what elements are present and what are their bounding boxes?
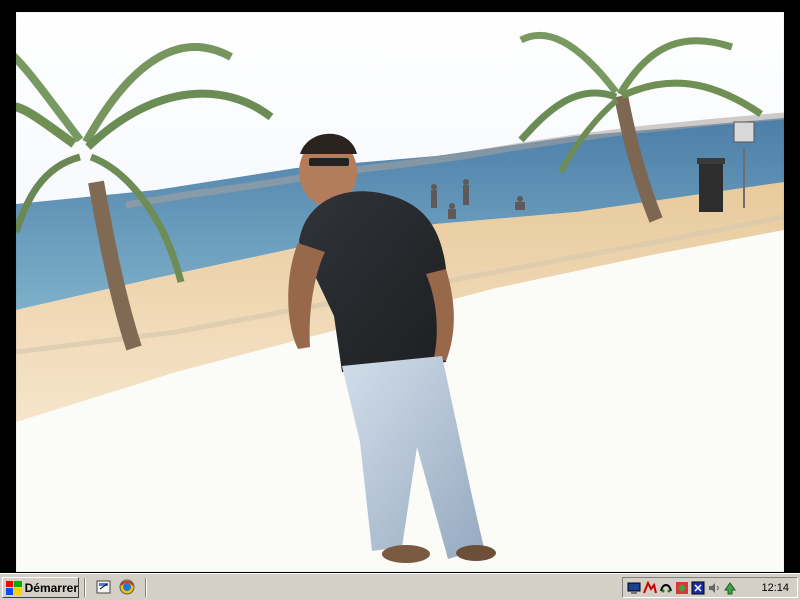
modem-icon[interactable] [659, 581, 673, 595]
start-button-label: Démarrer [24, 580, 78, 595]
trash-bin [697, 158, 725, 212]
system-tray: 12:14 [622, 577, 798, 598]
taskbar: Démarrer 12:14 [0, 573, 800, 600]
antivirus-icon[interactable] [675, 581, 689, 595]
beach-photo-image [16, 12, 784, 572]
monitor-icon[interactable] [627, 581, 641, 595]
update-icon[interactable] [723, 581, 737, 595]
desktop [0, 0, 800, 573]
quick-launch-separator [84, 578, 86, 597]
beach-photo [16, 12, 784, 572]
browser-icon[interactable] [119, 579, 135, 595]
start-button[interactable]: Démarrer [2, 577, 79, 598]
clock[interactable]: 12:14 [761, 582, 789, 594]
windows-flag-icon [6, 580, 22, 595]
display-icon[interactable] [691, 581, 705, 595]
quick-launch-separator-end [145, 578, 147, 597]
network-icon[interactable] [643, 580, 657, 595]
show-desktop-icon[interactable] [96, 579, 112, 595]
volume-icon[interactable] [707, 581, 721, 595]
